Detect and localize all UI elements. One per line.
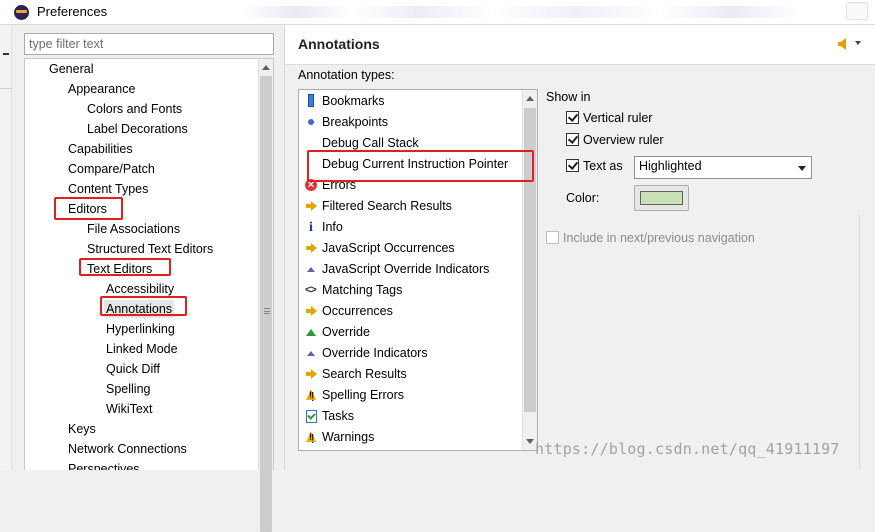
scrollbar-thumb[interactable] <box>524 108 536 412</box>
tree-item-network-connections[interactable]: Network Connections <box>66 440 189 458</box>
divider <box>0 88 12 89</box>
color-swatch <box>640 191 683 205</box>
title-bar: Preferences <box>0 0 875 25</box>
tree-item-hyperlinking[interactable]: Hyperlinking <box>104 320 177 338</box>
warning-icon <box>305 430 317 443</box>
tree-item-capabilities[interactable]: Capabilities <box>66 140 135 158</box>
green-triangle-icon <box>305 326 317 338</box>
annotation-list-scrollbar[interactable] <box>522 90 537 450</box>
tree-item-quick-diff[interactable]: Quick Diff <box>104 360 162 378</box>
scroll-up-icon[interactable] <box>526 96 534 101</box>
scrollbar-thumb[interactable] <box>260 76 272 532</box>
chevron-down-icon <box>798 166 806 171</box>
eclipse-logo-icon <box>14 5 29 20</box>
list-item-javascript-occurrences[interactable]: JavaScript Occurrences <box>305 240 455 259</box>
tree-scrollbar[interactable] <box>258 59 273 532</box>
back-arrow-icon[interactable] <box>838 38 846 50</box>
checkbox-unchecked-icon[interactable] <box>546 231 559 245</box>
watermark: https://blog.csdn.net/qq_41911197 <box>535 440 840 458</box>
checkbox-checked-icon[interactable] <box>566 133 579 147</box>
list-item-occurrences[interactable]: Occurrences <box>305 303 393 322</box>
list-item-tasks[interactable]: Tasks <box>305 408 354 427</box>
text-as-checkbox[interactable]: Text as <box>566 159 623 177</box>
bookmark-icon <box>308 94 314 108</box>
list-item-spelling-errors[interactable]: Spelling Errors <box>305 387 404 406</box>
tree-item-editors[interactable]: Editors <box>66 200 109 218</box>
checkbox-checked-icon[interactable] <box>566 111 579 125</box>
list-item-javascript-override-indicators[interactable]: JavaScript Override Indicators <box>305 261 489 280</box>
window-control-button[interactable] <box>846 2 868 20</box>
chevron-down-icon[interactable] <box>855 41 861 45</box>
tree-item-linked-mode[interactable]: Linked Mode <box>104 340 180 358</box>
list-item-filtered-search-results[interactable]: Filtered Search Results <box>305 198 452 217</box>
tree-item-spelling[interactable]: Spelling <box>104 380 152 398</box>
text-style-select[interactable]: Highlighted <box>634 156 812 179</box>
arrow-icon <box>305 368 317 380</box>
arrow-icon <box>305 242 317 254</box>
grip-icon <box>264 308 270 314</box>
tree-item-appearance[interactable]: Appearance <box>66 80 137 98</box>
include-navigation-checkbox[interactable]: Include in next/previous navigation <box>546 231 755 245</box>
brackets-icon <box>305 282 317 299</box>
arrow-icon <box>305 305 317 317</box>
triangle-up-icon <box>305 347 317 359</box>
blank-icon <box>305 158 317 170</box>
filter-input[interactable] <box>24 33 274 55</box>
tree-item-perspectives[interactable]: Perspectives <box>66 460 142 470</box>
checkbox-checked-icon[interactable] <box>566 159 579 173</box>
list-item-bookmarks[interactable]: Bookmarks <box>305 93 385 112</box>
list-item-matching-tags[interactable]: Matching Tags <box>305 282 402 301</box>
list-item-debug-call-stack[interactable]: Debug Call Stack <box>305 135 419 154</box>
list-item-debug-current-instruction-pointer[interactable]: Debug Current Instruction Pointer <box>305 156 508 175</box>
list-item-info[interactable]: Info <box>305 219 343 238</box>
overview-ruler-checkbox[interactable]: Overview ruler <box>566 133 664 151</box>
tree-item-content-types[interactable]: Content Types <box>66 180 150 198</box>
warning-icon <box>305 388 317 401</box>
tree-item-accessibility[interactable]: Accessibility <box>104 280 176 298</box>
error-icon <box>305 178 317 191</box>
page-title: Annotations <box>298 36 380 52</box>
page-scrollbar[interactable] <box>859 214 875 470</box>
tree-item-text-editors[interactable]: Text Editors <box>85 260 154 278</box>
list-item-breakpoints[interactable]: Breakpoints <box>305 114 388 133</box>
list-item-errors[interactable]: Errors <box>305 177 356 196</box>
show-in-label: Show in <box>546 90 591 104</box>
list-item-override[interactable]: Override <box>305 324 370 343</box>
color-label: Color: <box>566 191 600 205</box>
tree-item-label-decorations[interactable]: Label Decorations <box>85 120 190 138</box>
background-window-edge <box>0 25 12 470</box>
blurred-background <box>240 6 800 18</box>
task-icon <box>305 409 317 423</box>
color-picker-button[interactable] <box>634 185 689 211</box>
dash-icon <box>3 53 9 55</box>
annotation-types-label: Annotation types: <box>298 68 395 82</box>
page-header: Annotations <box>285 25 875 65</box>
tree-item-annotations[interactable]: Annotations <box>104 300 175 318</box>
arrow-icon <box>305 200 317 212</box>
tree-item-file-associations[interactable]: File Associations <box>85 220 182 238</box>
tree-item-colors-and-fonts[interactable]: Colors and Fonts <box>85 100 184 118</box>
breakpoint-icon <box>305 116 317 128</box>
tree-item-structured-text-editors[interactable]: Structured Text Editors <box>85 240 215 258</box>
window-title: Preferences <box>37 4 108 19</box>
list-item-search-results[interactable]: Search Results <box>305 366 407 385</box>
tree-item-wikitext[interactable]: WikiText <box>104 400 155 418</box>
preference-tree: General Appearance Colors and Fonts Labe… <box>24 58 274 470</box>
scroll-up-icon[interactable] <box>262 65 270 70</box>
panel-divider[interactable] <box>284 25 285 470</box>
scroll-down-icon[interactable] <box>526 439 534 444</box>
vertical-ruler-checkbox[interactable]: Vertical ruler <box>566 111 652 129</box>
tree-item-compare-patch[interactable]: Compare/Patch <box>66 160 157 178</box>
tree-item-general[interactable]: General <box>47 60 95 78</box>
list-item-override-indicators[interactable]: Override Indicators <box>305 345 428 364</box>
list-item-warnings[interactable]: Warnings <box>305 429 374 448</box>
blank-icon <box>305 137 317 149</box>
triangle-up-icon <box>305 263 317 275</box>
tree-item-keys[interactable]: Keys <box>66 420 98 438</box>
info-icon <box>305 219 317 236</box>
annotation-types-list: Bookmarks Breakpoints Debug Call Stack D… <box>298 89 538 451</box>
